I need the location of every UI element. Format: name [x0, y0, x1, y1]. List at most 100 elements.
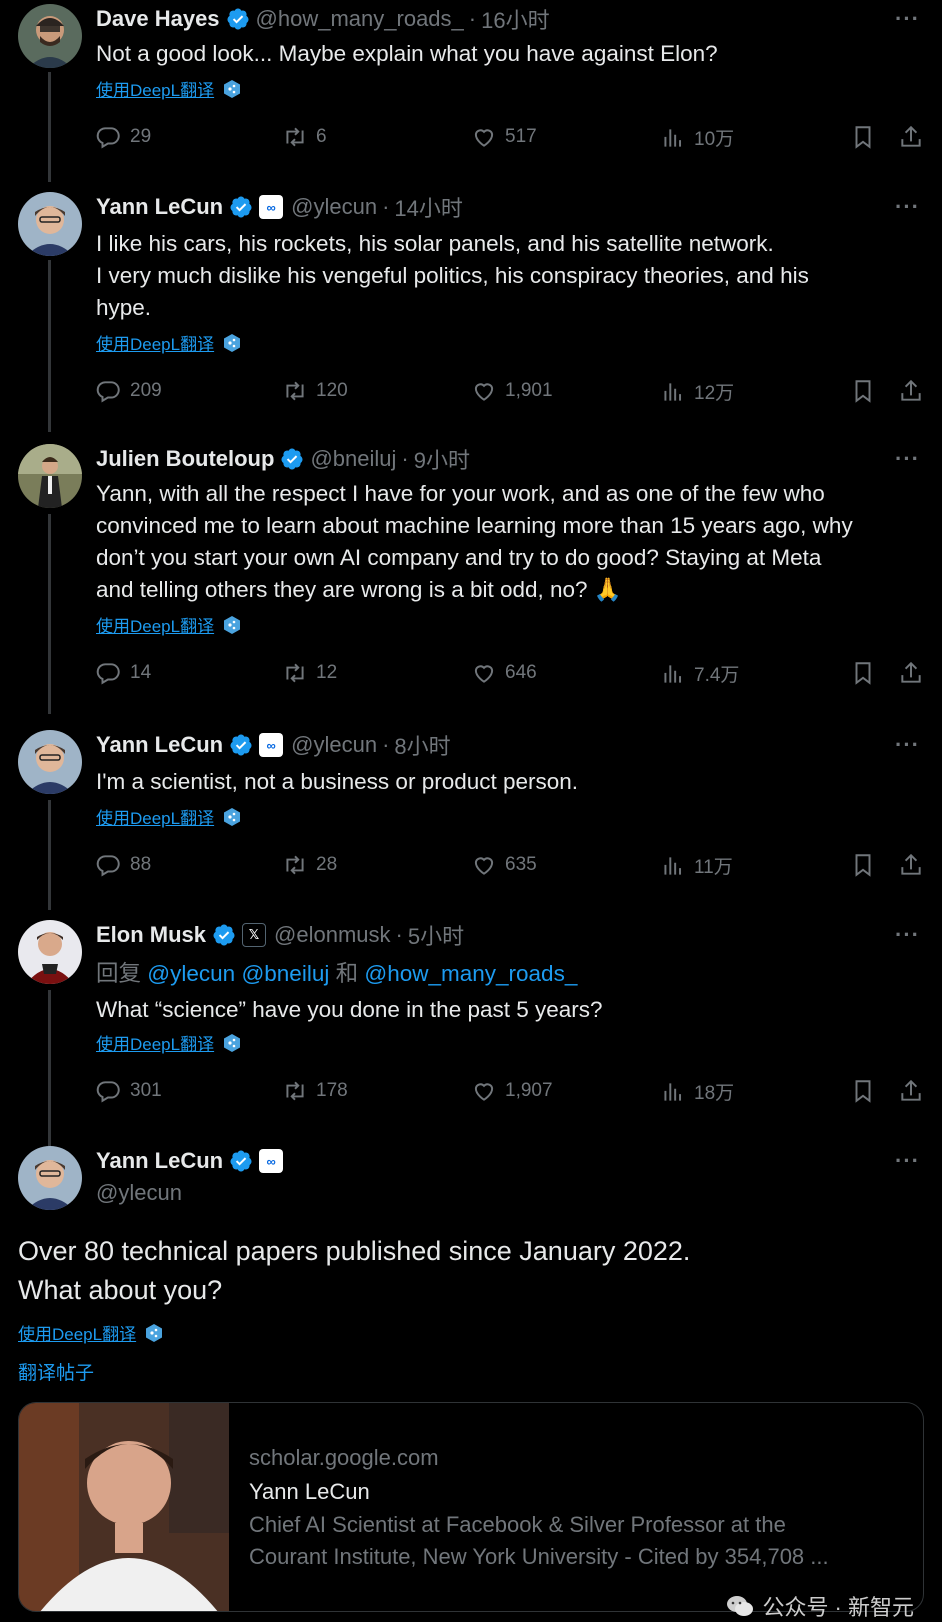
like-count: 517	[505, 126, 537, 147]
author-name[interactable]: Yann LeCun	[96, 194, 223, 220]
author-name[interactable]: Elon Musk	[96, 922, 206, 948]
reply-button[interactable]: 29	[96, 124, 151, 150]
like-button[interactable]: 646	[471, 660, 537, 686]
tweet-text: I'm a scientist, not a business or produ…	[96, 766, 926, 798]
meta-affiliation-icon[interactable]: ∞	[259, 1149, 284, 1173]
reply-icon	[96, 1081, 120, 1103]
share-button[interactable]	[898, 852, 924, 878]
meta-affiliation-icon[interactable]: ∞	[259, 195, 284, 219]
more-options-icon[interactable]: ···	[895, 1148, 920, 1174]
more-options-icon[interactable]: ···	[895, 6, 920, 32]
tweet-text-line: Not a good look... Maybe explain what yo…	[96, 41, 718, 66]
x-affiliation-icon[interactable]: 𝕏	[242, 923, 267, 947]
author-name[interactable]: Dave Hayes	[96, 6, 220, 32]
bookmark-button[interactable]	[850, 852, 876, 878]
bookmark-button[interactable]	[850, 1078, 876, 1104]
mention-link[interactable]: @ylecun	[147, 961, 235, 986]
translate-post-link[interactable]: 翻译帖子	[18, 1358, 94, 1385]
avatar[interactable]	[18, 1146, 82, 1210]
author-name[interactable]: Yann LeCun	[96, 732, 223, 758]
more-options-icon[interactable]: ···	[895, 732, 920, 758]
tweet-text: Yann, with all the respect I have for yo…	[96, 478, 926, 606]
retweet-button[interactable]: 6	[282, 124, 327, 150]
bookmark-icon	[855, 1080, 871, 1103]
share-button[interactable]	[898, 124, 924, 150]
bookmark-button[interactable]	[850, 124, 876, 150]
avatar[interactable]	[18, 192, 82, 256]
avatar[interactable]	[18, 444, 82, 508]
tweet-header: Yann LeCun ∞ @ylecun · 14小时	[96, 192, 463, 222]
thread-connector	[48, 990, 51, 1172]
more-options-icon[interactable]: ···	[895, 446, 920, 472]
avatar[interactable]	[18, 730, 82, 794]
tweet-text: Not a good look... Maybe explain what yo…	[96, 38, 926, 70]
meta-affiliation-icon[interactable]: ∞	[259, 733, 284, 757]
views-button[interactable]: 12万	[660, 378, 734, 405]
retweet-button[interactable]: 28	[282, 852, 337, 878]
tweet-text-line: What about you?	[18, 1275, 223, 1305]
reply-button[interactable]: 14	[96, 660, 151, 686]
like-button[interactable]: 1,907	[471, 1078, 553, 1104]
translate-deepl-link[interactable]: 使用DeepL翻译	[96, 1030, 242, 1055]
tweet-header: Yann LeCun ∞ @ylecun · 8小时	[96, 730, 451, 760]
like-button[interactable]: 517	[471, 124, 537, 150]
bookmark-button[interactable]	[850, 660, 876, 686]
retweet-button[interactable]: 178	[282, 1078, 348, 1104]
retweet-icon	[286, 1081, 304, 1101]
verified-badge-icon	[281, 448, 303, 470]
retweet-count: 178	[316, 1080, 348, 1101]
author-handle[interactable]: @ylecun	[291, 732, 377, 758]
author-handle[interactable]: @elonmusk	[274, 922, 391, 948]
like-button[interactable]: 635	[471, 852, 537, 878]
timestamp[interactable]: 9小时	[414, 443, 470, 475]
deepl-icon	[224, 807, 241, 826]
translate-deepl-link[interactable]: 使用DeepL翻译	[96, 612, 242, 637]
share-button[interactable]	[898, 1078, 924, 1104]
views-button[interactable]: 11万	[660, 852, 733, 879]
views-button[interactable]: 18万	[660, 1078, 734, 1105]
avatar[interactable]	[18, 920, 82, 984]
timestamp[interactable]: 8小时	[394, 729, 450, 761]
timestamp[interactable]: 16小时	[481, 3, 549, 35]
tweet-header: Elon Musk 𝕏 @elonmusk · 5小时	[96, 920, 464, 950]
deepl-icon	[224, 1033, 241, 1052]
author-handle[interactable]: @ylecun	[96, 1180, 182, 1206]
reply-button[interactable]: 88	[96, 852, 151, 878]
views-button[interactable]: 10万	[660, 124, 734, 151]
tweet-text-line: don’t you start your own AI company and …	[96, 545, 822, 570]
verified-badge-icon	[230, 1150, 252, 1172]
avatar[interactable]	[18, 4, 82, 68]
author-handle[interactable]: @how_many_roads_	[256, 6, 464, 32]
wechat-watermark: 公众号 · 新智元	[726, 1590, 914, 1622]
tweet-actions: 301 178 1,907 18万	[96, 1078, 924, 1108]
share-button[interactable]	[898, 378, 924, 404]
share-button[interactable]	[898, 660, 924, 686]
translate-deepl-link[interactable]: 使用DeepL翻译	[96, 76, 242, 101]
like-button[interactable]: 1,901	[471, 378, 553, 404]
link-preview-card[interactable]: scholar.google.com Yann LeCun Chief AI S…	[18, 1402, 924, 1612]
timestamp[interactable]: 14小时	[394, 191, 462, 223]
views-button[interactable]: 7.4万	[660, 660, 739, 687]
translate-deepl-link[interactable]: 使用DeepL翻译	[96, 804, 242, 829]
author-handle[interactable]: @bneiluj	[310, 446, 396, 472]
timestamp[interactable]: 5小时	[408, 919, 464, 951]
tweet-text-line: Over 80 technical papers published since…	[18, 1236, 691, 1266]
retweet-count: 6	[316, 126, 327, 147]
retweet-button[interactable]: 120	[282, 378, 348, 404]
author-name[interactable]: Yann LeCun	[96, 1148, 223, 1174]
card-body: scholar.google.com Yann LeCun Chief AI S…	[249, 1441, 903, 1573]
author-handle[interactable]: @ylecun	[291, 194, 377, 220]
mention-link[interactable]: @how_many_roads_	[364, 961, 577, 986]
reply-icon	[96, 381, 120, 403]
translate-deepl-link[interactable]: 使用DeepL翻译	[96, 330, 242, 355]
mention-link[interactable]: @bneiluj	[241, 961, 329, 986]
retweet-button[interactable]: 12	[282, 660, 337, 686]
reply-button[interactable]: 301	[96, 1078, 162, 1104]
more-options-icon[interactable]: ···	[895, 922, 920, 948]
translate-deepl-link[interactable]: 使用DeepL翻译	[18, 1320, 164, 1345]
author-name[interactable]: Julien Bouteloup	[96, 446, 274, 472]
bookmark-button[interactable]	[850, 378, 876, 404]
more-options-icon[interactable]: ···	[895, 194, 920, 220]
reply-button[interactable]: 209	[96, 378, 162, 404]
heart-icon	[474, 857, 494, 875]
